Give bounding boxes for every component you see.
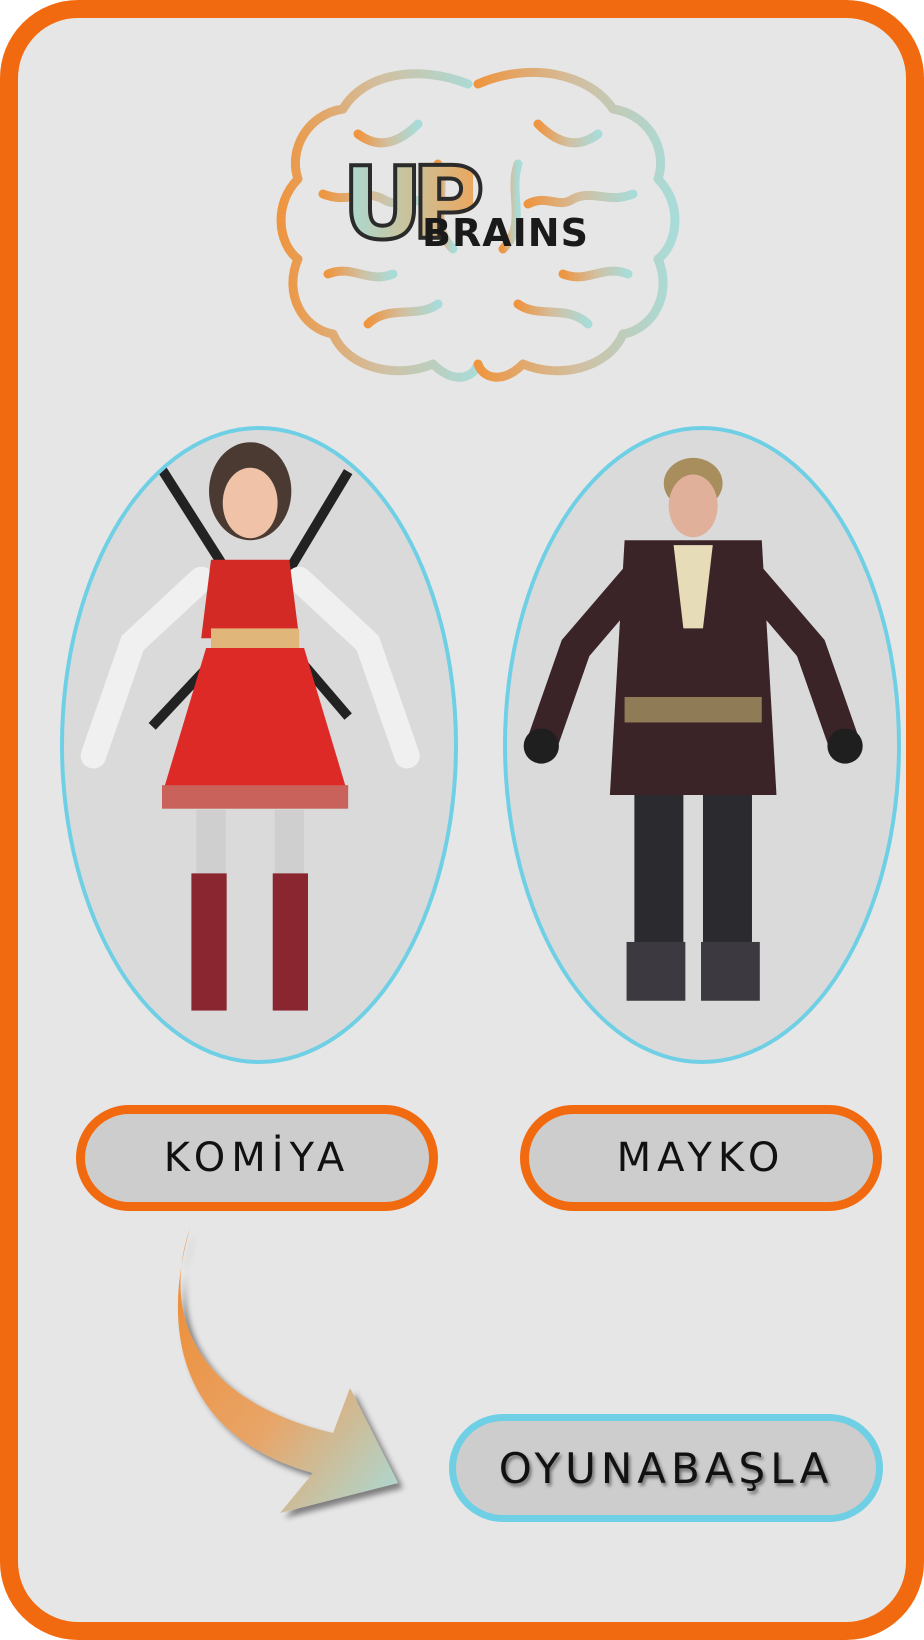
- logo-name: BRAINS: [422, 211, 589, 255]
- character-card-mayko[interactable]: [503, 426, 901, 1064]
- select-mayko-button[interactable]: MAYKO: [520, 1105, 882, 1211]
- character-card-komiya[interactable]: [60, 426, 458, 1064]
- app-frame: UP BRAINS KOMİYA MAYKO OYUNABAŞLA: [0, 0, 924, 1640]
- start-game-button[interactable]: OYUNABAŞLA: [449, 1414, 883, 1522]
- select-komiya-button[interactable]: KOMİYA: [76, 1105, 438, 1211]
- female-samurai-character: [80, 442, 420, 1011]
- curved-arrow-icon: [177, 1228, 398, 1513]
- upbrains-logo: UP BRAINS: [268, 54, 688, 404]
- male-adventurer-character: [523, 457, 863, 1001]
